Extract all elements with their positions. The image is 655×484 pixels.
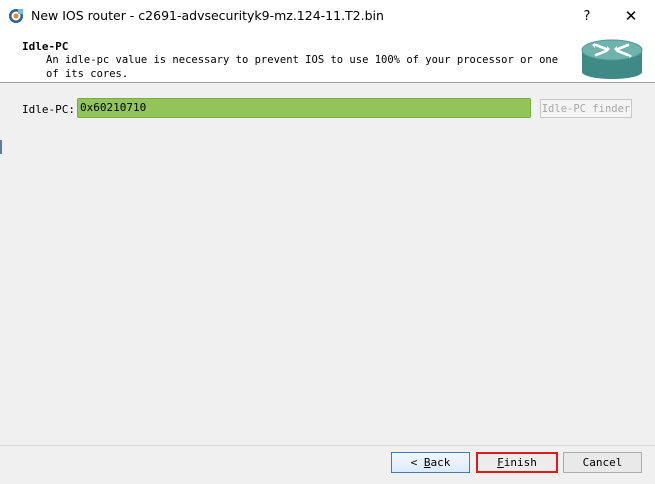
page-title: Idle-PC	[22, 40, 69, 53]
finish-mnemonic: F	[497, 456, 504, 469]
close-button[interactable]: ✕	[616, 4, 646, 28]
close-icon: ✕	[624, 7, 638, 25]
idlepc-input[interactable]: 0x60210710	[77, 98, 531, 118]
idlepc-label: Idle-PC:	[22, 103, 75, 116]
finish-button[interactable]: Finish	[476, 452, 558, 473]
help-icon: ?	[583, 8, 591, 24]
back-arrow: <	[410, 456, 418, 469]
cancel-button[interactable]: Cancel	[563, 452, 642, 473]
footer-divider	[0, 445, 655, 446]
back-button[interactable]: < Back	[391, 452, 470, 473]
back-mnemonic: B	[423, 456, 431, 469]
gns3-app-icon	[9, 9, 23, 23]
router-icon	[581, 39, 643, 79]
wizard-header: Idle-PC An idle-pc value is necessary to…	[0, 32, 655, 83]
window-title: New IOS router - c2691-advsecurityk9-mz.…	[31, 8, 384, 23]
page-description: An idle-pc value is necessary to prevent…	[46, 54, 559, 80]
idlepc-finder-button: Idle-PC finder	[540, 99, 632, 118]
finish-label: inish	[503, 456, 537, 469]
window-edge-accent	[0, 140, 2, 154]
back-label: ack	[430, 456, 451, 469]
help-button[interactable]: ?	[572, 4, 602, 28]
title-bar: New IOS router - c2691-advsecurityk9-mz.…	[0, 0, 655, 32]
